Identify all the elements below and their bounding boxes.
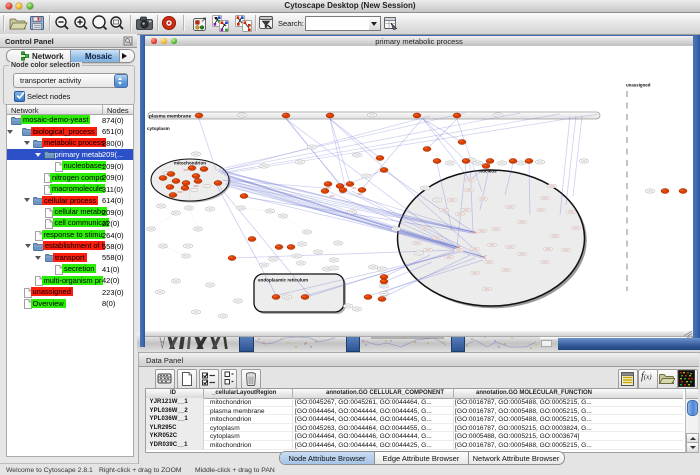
svg-text:unassigned: unassigned bbox=[626, 83, 651, 88]
svg-text:nucleus: nucleus bbox=[479, 169, 497, 174]
svg-text:plasma membrane: plasma membrane bbox=[149, 113, 191, 119]
svg-text:mitochondrion: mitochondrion bbox=[174, 161, 206, 166]
svg-text:endoplasmic reticulum: endoplasmic reticulum bbox=[258, 278, 308, 283]
svg-text:cytoplasm: cytoplasm bbox=[147, 126, 170, 131]
